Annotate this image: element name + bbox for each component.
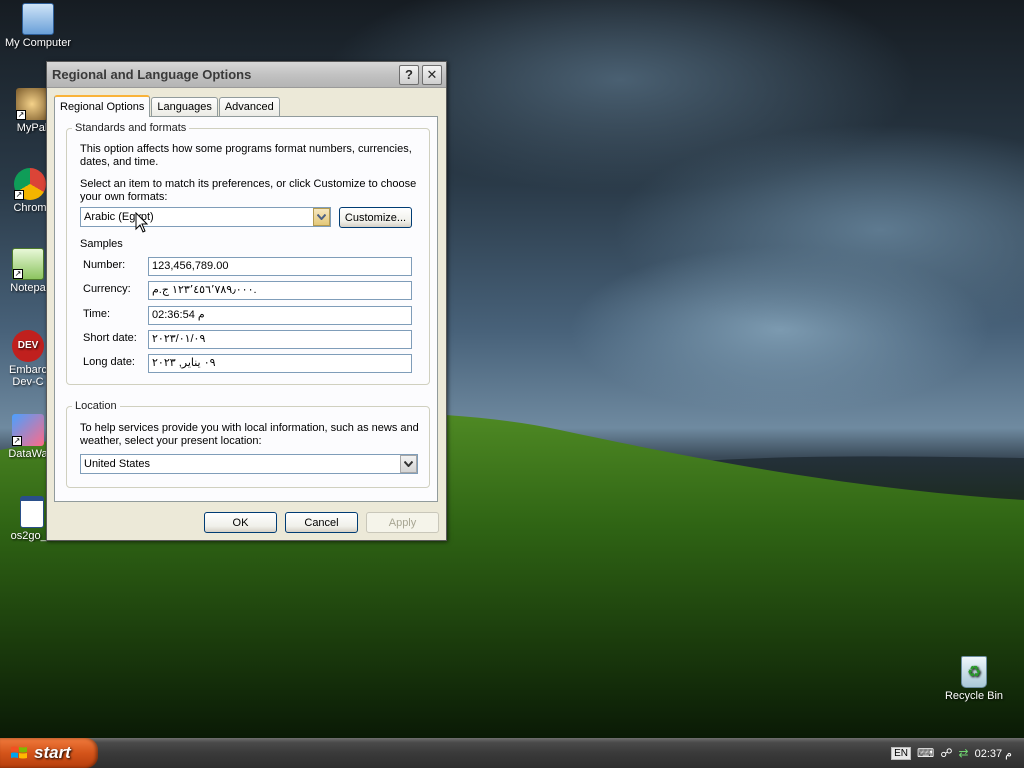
tab-strip: Regional Options Languages Advanced xyxy=(54,95,281,117)
standards-desc-line1: This option affects how some programs fo… xyxy=(80,143,412,155)
mouse-cursor-icon xyxy=(135,212,149,233)
dialog-title: Regional and Language Options xyxy=(52,67,252,82)
format-select[interactable]: Arabic (Egypt) xyxy=(80,207,331,227)
standards-legend: Standards and formats xyxy=(75,122,187,134)
windows-logo-icon xyxy=(11,746,27,759)
location-select-value: United States xyxy=(84,458,151,470)
close-icon: ✕ xyxy=(426,66,438,82)
sample-long-date-value: ٠٩ يناير, ٢٠٢٣ xyxy=(148,354,412,373)
chevron-down-icon[interactable] xyxy=(400,455,417,473)
datawave-icon: ↗ xyxy=(12,414,44,446)
sample-short-date-label: Short date: xyxy=(83,332,137,344)
start-button[interactable]: start xyxy=(0,738,98,768)
location-desc-line2: weather, select your present location: xyxy=(80,435,262,447)
location-desc-line1: To help services provide you with local … xyxy=(80,422,419,434)
sample-number-label: Number: xyxy=(83,259,126,271)
clock[interactable]: م 02:37 xyxy=(975,747,1012,760)
taskbar: start EN ⌨ ☍ ⇄ م 02:37 xyxy=(0,738,1024,768)
sample-currency-label: Currency: xyxy=(83,283,131,295)
computer-icon xyxy=(22,3,54,35)
location-legend: Location xyxy=(75,400,117,412)
sample-long-date-label: Long date: xyxy=(83,356,135,368)
chevron-down-icon[interactable] xyxy=(313,208,330,226)
language-indicator[interactable]: EN xyxy=(891,746,912,760)
select-instruction-line2: your own formats: xyxy=(80,191,168,203)
help-icon: ? xyxy=(405,67,413,82)
sample-number-value: 123,456,789.00 xyxy=(148,257,412,276)
desktop-icon-recycle-bin[interactable]: ♻ Recycle Bin xyxy=(936,656,1012,702)
sample-time-value: 02:36:54 م xyxy=(148,306,412,325)
samples-title: Samples xyxy=(80,238,123,250)
tab-regional-options[interactable]: Regional Options xyxy=(54,95,151,117)
mypal-icon: ↗ xyxy=(16,88,48,120)
tab-languages[interactable]: Languages xyxy=(151,97,218,116)
safely-remove-icon[interactable]: ⇄ xyxy=(959,746,969,760)
ok-button[interactable]: OK xyxy=(204,512,277,533)
system-tray: EN ⌨ ☍ ⇄ م 02:37 xyxy=(854,738,1024,768)
sample-short-date-value: ٢٠٢٣/٠١/٠٩ xyxy=(148,330,412,349)
chrome-icon: ↗ xyxy=(14,168,46,200)
start-label: start xyxy=(34,743,71,762)
keyboard-icon[interactable]: ⌨ xyxy=(917,746,934,760)
document-icon xyxy=(20,496,44,528)
cancel-button[interactable]: Cancel xyxy=(285,512,358,533)
select-instruction-line1: Select an item to match its preferences,… xyxy=(80,178,417,190)
sample-time-label: Time: xyxy=(83,308,111,320)
sample-currency-value: ١٢٣٬٤٥٦٬٧٨٩٫٠٠٠ ج.م. xyxy=(148,281,412,300)
location-select[interactable]: United States xyxy=(80,454,418,474)
regional-options-panel: Standards and formats This option affect… xyxy=(54,116,438,502)
tab-advanced[interactable]: Advanced xyxy=(218,97,280,116)
regional-options-dialog: Regional and Language Options ? ✕ Region… xyxy=(46,61,447,541)
standards-desc-line2: dates, and time. xyxy=(80,156,159,168)
recycle-bin-icon: ♻ xyxy=(961,656,987,688)
close-button[interactable]: ✕ xyxy=(422,64,442,85)
dev-cpp-icon: DEV xyxy=(12,330,44,362)
desktop-icon-my-computer[interactable]: My Computer xyxy=(0,3,76,49)
apply-button[interactable]: Apply xyxy=(366,512,439,533)
dialog-titlebar[interactable]: Regional and Language Options ? ✕ xyxy=(47,62,446,88)
help-button[interactable]: ? xyxy=(399,64,419,85)
customize-button[interactable]: Customize... xyxy=(339,207,412,228)
network-icon[interactable]: ☍ xyxy=(940,746,952,760)
notepad-icon: ↗ xyxy=(12,248,44,280)
